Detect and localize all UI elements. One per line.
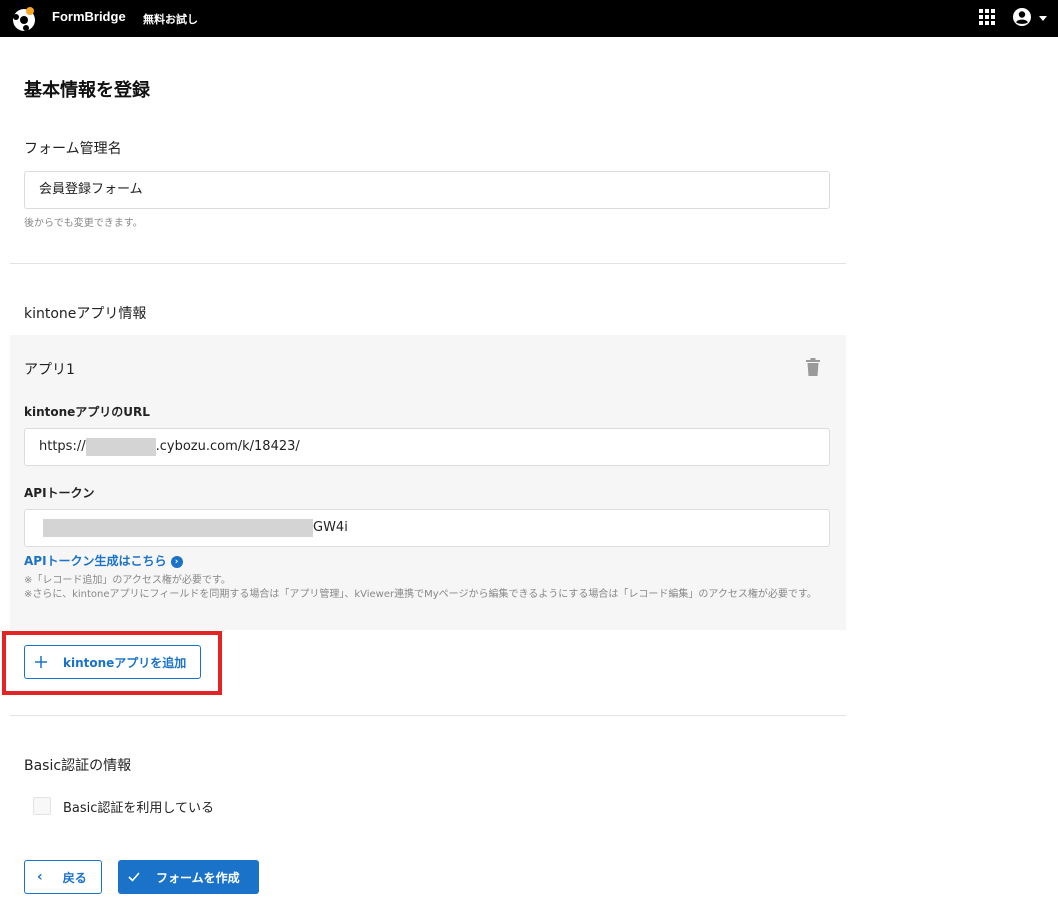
back-button-label: 戻る <box>62 870 87 885</box>
permission-note-2: ※さらに、kintoneアプリにフィールドを同期する場合は「アプリ管理」、kVi… <box>24 589 817 600</box>
token-suffix: GW4i <box>313 520 348 535</box>
trial-badge: 無料お試し <box>143 13 198 26</box>
trash-icon[interactable] <box>806 358 820 376</box>
chevron-down-icon <box>1039 16 1047 21</box>
api-token-link-label: APIトークン生成はこちら <box>24 554 167 568</box>
api-token-generate-link[interactable]: APIトークン生成はこちら › <box>24 552 183 569</box>
chevron-left-icon: ‹ <box>37 869 43 885</box>
url-suffix: .cybozu.com/k/18423/ <box>155 439 300 454</box>
top-bar: FormBridge 無料お試し <box>0 0 1058 37</box>
basic-auth-checkbox-label[interactable]: Basic認証を利用している <box>63 797 214 816</box>
kintone-section-label: kintoneアプリ情報 <box>24 306 147 322</box>
form-name-help: 後からでも変更できます。 <box>24 218 143 229</box>
kintone-url-input[interactable]: https:// .cybozu.com/k/18423/ <box>24 428 830 466</box>
check-icon <box>128 872 140 882</box>
api-token-label: APIトークン <box>24 486 95 500</box>
url-label: kintoneアプリのURL <box>24 405 150 419</box>
page-title: 基本情報を登録 <box>24 80 150 101</box>
add-kintone-app-label: kintoneアプリを追加 <box>63 655 187 670</box>
user-menu[interactable] <box>1012 7 1047 29</box>
brand-name: FormBridge <box>52 9 126 24</box>
chevron-right-circle-icon: › <box>170 555 183 568</box>
add-kintone-app-button[interactable]: kintoneアプリを追加 <box>24 645 201 679</box>
divider <box>10 715 846 716</box>
permission-note-1: ※「レコード追加」のアクセス権が必要です。 <box>24 575 231 586</box>
form-name-input[interactable]: 会員登録フォーム <box>24 171 830 209</box>
back-button[interactable]: ‹ 戻る <box>24 860 102 894</box>
redacted-subdomain <box>85 437 156 456</box>
divider <box>10 263 846 264</box>
basic-auth-section-label: Basic認証の情報 <box>24 758 132 774</box>
form-name-label: フォーム管理名 <box>24 141 122 157</box>
url-prefix: https:// <box>39 439 86 454</box>
redacted-token <box>43 518 313 537</box>
user-avatar-icon <box>1013 8 1031 26</box>
create-form-button[interactable]: フォームを作成 <box>118 860 259 894</box>
app-name: アプリ1 <box>24 362 75 378</box>
app-grid-icon[interactable] <box>979 9 995 25</box>
plus-icon <box>35 656 47 668</box>
basic-auth-checkbox[interactable] <box>33 797 51 815</box>
formbridge-logo-icon[interactable] <box>10 5 38 33</box>
api-token-input[interactable]: GW4i <box>24 509 830 547</box>
create-form-button-label: フォームを作成 <box>156 870 240 885</box>
